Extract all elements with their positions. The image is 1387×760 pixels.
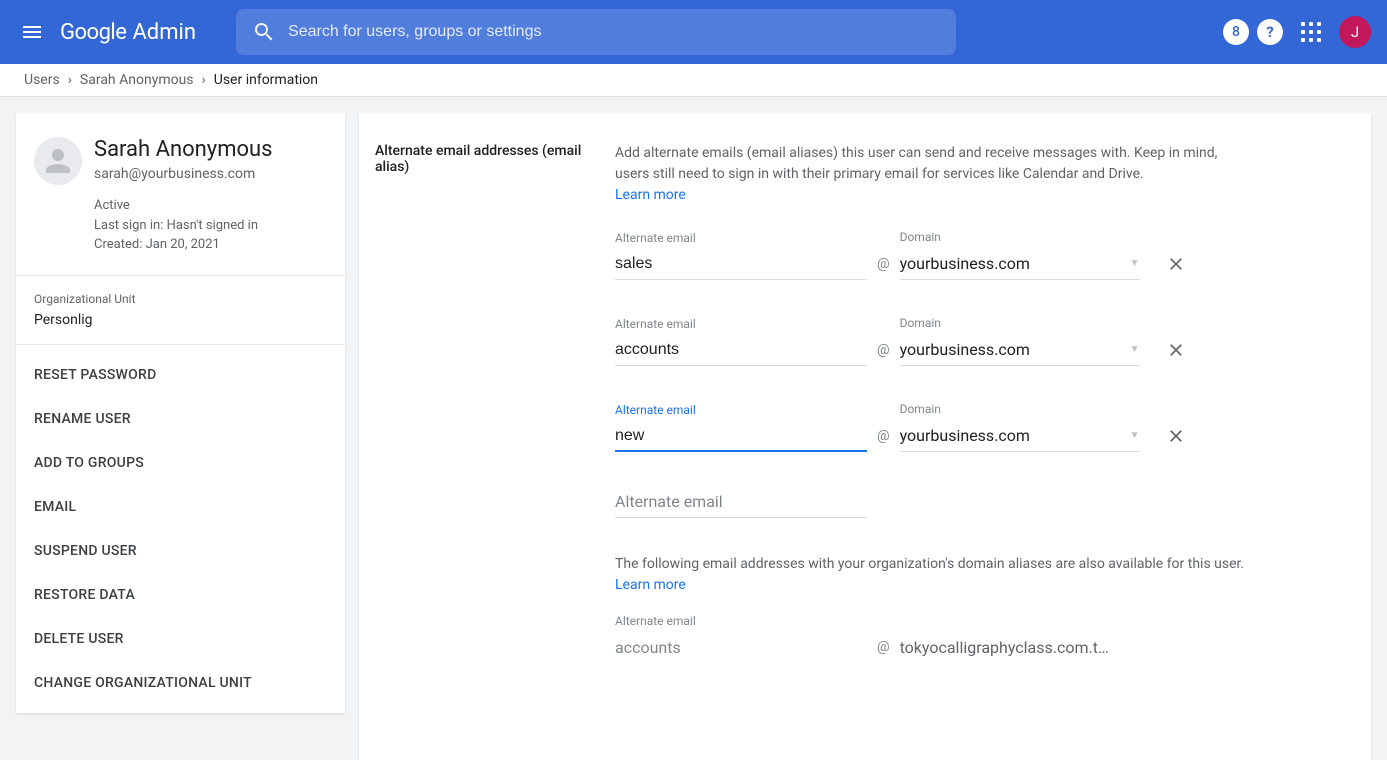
- help-button[interactable]: ?: [1257, 19, 1283, 45]
- alternate-email-field: Alternate email: [615, 403, 867, 452]
- section-title: Alternate email addresses (email alias): [375, 143, 615, 663]
- chevron-right-icon: ›: [68, 72, 72, 88]
- app-header: Google Admin 8 ? J: [0, 0, 1387, 64]
- remove-alias-button[interactable]: [1164, 338, 1188, 362]
- domain-value: yourbusiness.com: [900, 254, 1030, 273]
- chevron-right-icon: ›: [202, 72, 206, 88]
- email-alias-section: Alternate email addresses (email alias) …: [359, 113, 1371, 679]
- domain-field: Domain yourbusiness.com ▼: [900, 316, 1140, 366]
- alternate-email-input[interactable]: [615, 337, 867, 366]
- domain-value: yourbusiness.com: [900, 426, 1030, 445]
- hamburger-icon: [20, 20, 44, 44]
- section-description: Add alternate emails (email aliases) thi…: [615, 143, 1255, 206]
- apps-grid-icon: [1301, 22, 1321, 42]
- domain-select[interactable]: yourbusiness.com ▼: [900, 422, 1140, 452]
- alias-row: Alternate email @ Domain yourbusiness.com ▼: [615, 230, 1255, 280]
- alias-row: Alternate email @ Domain yourbusiness.com ▼: [615, 316, 1255, 366]
- app-logo: Google Admin: [60, 20, 196, 45]
- alternate-email-label: Alternate email: [615, 317, 867, 331]
- readonly-alias-value: accounts: [615, 634, 867, 663]
- org-unit-label: Organizational Unit: [34, 292, 327, 306]
- user-last-signin: Last sign in: Hasn't signed in: [94, 216, 327, 236]
- user-actions-list: RESET PASSWORD RENAME USER ADD TO GROUPS…: [16, 345, 345, 713]
- search-input[interactable]: [288, 23, 948, 41]
- change-org-unit-action[interactable]: CHANGE ORGANIZATIONAL UNIT: [16, 661, 345, 705]
- domain-select[interactable]: yourbusiness.com ▼: [900, 336, 1140, 366]
- reset-password-action[interactable]: RESET PASSWORD: [16, 353, 345, 397]
- alternate-email-label: Alternate email: [615, 403, 867, 417]
- user-card: Sarah Anonymous sarah@yourbusiness.com A…: [16, 113, 345, 275]
- delete-user-action[interactable]: DELETE USER: [16, 617, 345, 661]
- main-menu-button[interactable]: [8, 8, 56, 56]
- search-icon: [252, 20, 276, 44]
- close-icon: [1166, 426, 1186, 446]
- logo-google-text: Google: [60, 20, 126, 45]
- alias-rows: Alternate email@Domainyourbusiness.com▼A…: [615, 230, 1255, 452]
- org-unit-section: Organizational Unit Personlig: [16, 276, 345, 344]
- readonly-alias-row: accounts @ tokyocalligraphyclass.com.t…: [615, 634, 1255, 663]
- close-icon: [1166, 254, 1186, 274]
- email-action[interactable]: EMAIL: [16, 485, 345, 529]
- breadcrumb-link-user[interactable]: Sarah Anonymous: [80, 72, 194, 88]
- restore-data-action[interactable]: RESTORE DATA: [16, 573, 345, 617]
- domain-label: Domain: [900, 402, 1140, 416]
- main-panel: Alternate email addresses (email alias) …: [359, 113, 1371, 760]
- alternate-email-label: Alternate email: [615, 231, 867, 245]
- breadcrumb-link-users[interactable]: Users: [24, 72, 60, 88]
- learn-more-link[interactable]: Learn more: [615, 187, 686, 203]
- user-name: Sarah Anonymous: [94, 137, 327, 162]
- user-info: Sarah Anonymous sarah@yourbusiness.com A…: [94, 137, 327, 255]
- page-content: Sarah Anonymous sarah@yourbusiness.com A…: [0, 97, 1387, 760]
- logo-admin-text: Admin: [132, 20, 196, 45]
- domain-select[interactable]: yourbusiness.com ▼: [900, 250, 1140, 280]
- at-symbol: @: [877, 428, 890, 444]
- dropdown-arrow-icon: ▼: [1130, 430, 1140, 441]
- breadcrumb-current: User information: [214, 72, 318, 88]
- add-to-groups-action[interactable]: ADD TO GROUPS: [16, 441, 345, 485]
- dropdown-arrow-icon: ▼: [1130, 344, 1140, 355]
- domain-alias-note: The following email addresses with your …: [615, 554, 1255, 596]
- org-unit-value: Personlig: [34, 312, 327, 328]
- domain-value: yourbusiness.com: [900, 340, 1030, 359]
- domain-field: Domain yourbusiness.com ▼: [900, 230, 1140, 280]
- alternate-email-field: Alternate email: [615, 317, 867, 366]
- section-body: Add alternate emails (email aliases) thi…: [615, 143, 1255, 663]
- alias-row: Alternate email @ Domain yourbusiness.com ▼: [615, 402, 1255, 452]
- readonly-alias-label: Alternate email: [615, 614, 1255, 628]
- user-email: sarah@yourbusiness.com: [94, 166, 327, 182]
- domain-field: Domain yourbusiness.com ▼: [900, 402, 1140, 452]
- apps-launcher-button[interactable]: [1291, 12, 1331, 52]
- readonly-alias-block: Alternate email accounts @ tokyocalligra…: [615, 614, 1255, 663]
- readonly-alias-domain: tokyocalligraphyclass.com.t…: [900, 638, 1109, 663]
- account-avatar[interactable]: J: [1339, 16, 1371, 48]
- at-symbol: @: [877, 639, 890, 655]
- empty-alias-input[interactable]: Alternate email: [615, 488, 867, 518]
- user-status: Active: [94, 196, 327, 216]
- user-avatar: [34, 137, 82, 185]
- alternate-email-input[interactable]: [615, 251, 867, 280]
- rename-user-action[interactable]: RENAME USER: [16, 397, 345, 441]
- alternate-email-input[interactable]: [615, 423, 867, 452]
- alternate-email-field: Alternate email: [615, 231, 867, 280]
- close-icon: [1166, 340, 1186, 360]
- at-symbol: @: [877, 256, 890, 272]
- search-container: [236, 9, 956, 55]
- remove-alias-button[interactable]: [1164, 424, 1188, 448]
- person-icon: [40, 143, 76, 179]
- notification-badge[interactable]: 8: [1223, 19, 1249, 45]
- user-sidebar: Sarah Anonymous sarah@yourbusiness.com A…: [16, 113, 345, 713]
- domain-label: Domain: [900, 230, 1140, 244]
- domain-label: Domain: [900, 316, 1140, 330]
- learn-more-link-2[interactable]: Learn more: [615, 577, 686, 593]
- suspend-user-action[interactable]: SUSPEND USER: [16, 529, 345, 573]
- breadcrumb: Users › Sarah Anonymous › User informati…: [0, 64, 1387, 97]
- header-actions: 8 ? J: [1223, 12, 1379, 52]
- search-box[interactable]: [236, 9, 956, 55]
- at-symbol: @: [877, 342, 890, 358]
- user-created: Created: Jan 20, 2021: [94, 235, 327, 255]
- dropdown-arrow-icon: ▼: [1130, 258, 1140, 269]
- remove-alias-button[interactable]: [1164, 252, 1188, 276]
